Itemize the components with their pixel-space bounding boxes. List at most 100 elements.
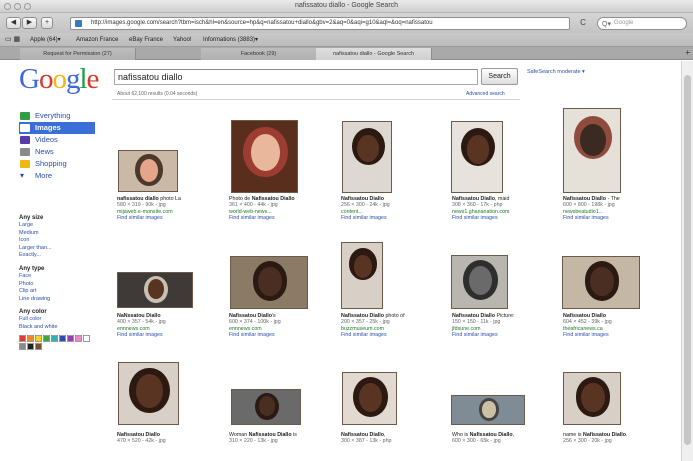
nav-item-images[interactable]: Images [19, 122, 95, 134]
result-thumbnail[interactable] [563, 372, 621, 425]
color-swatch[interactable] [59, 334, 66, 342]
search-button[interactable]: Search [481, 68, 518, 85]
result-thumbnail[interactable] [562, 256, 640, 309]
bookmark-item[interactable]: Amazon France [76, 33, 118, 47]
color-filter-heading[interactable]: Any color [19, 308, 109, 316]
size-option[interactable]: Icon [19, 237, 109, 245]
color-swatch[interactable] [27, 334, 34, 342]
nav-item-label: Everything [35, 111, 71, 120]
results-count: About 62,100 results (0.04 seconds) [117, 91, 198, 97]
find-similar-link[interactable]: Find similar images [452, 332, 514, 338]
more-icon: ▾ [20, 171, 25, 180]
color-option[interactable]: Black and white [19, 324, 109, 332]
nav-item-videos[interactable]: Videos [19, 134, 109, 146]
color-swatch[interactable] [19, 334, 26, 342]
find-similar-link[interactable]: Find similar images [341, 332, 405, 338]
result-thumbnail[interactable] [117, 272, 193, 308]
nav-item-label: Shopping [35, 159, 67, 168]
find-similar-link[interactable]: Find similar images [563, 332, 612, 338]
color-swatch[interactable] [67, 334, 74, 342]
result-thumbnail[interactable] [563, 108, 621, 193]
result-dimensions: 600 × 374 - 100k - jpg [229, 319, 281, 326]
color-swatch[interactable] [75, 334, 82, 342]
back-button[interactable]: ◀ [6, 17, 21, 29]
color-swatch[interactable] [35, 334, 42, 342]
bookmark-item[interactable]: Yahoo! [173, 33, 192, 47]
type-option[interactable]: Line drawing [19, 296, 109, 304]
thumbnail-face [466, 134, 490, 164]
reload-button[interactable]: C [576, 17, 590, 29]
title-suffix: 's [271, 313, 276, 319]
thumbnail-face [148, 279, 164, 300]
type-option[interactable]: Face [19, 273, 109, 281]
nav-item-news[interactable]: News [19, 146, 109, 158]
result-thumbnail[interactable] [231, 120, 298, 193]
new-tab-button[interactable]: + [685, 48, 690, 57]
tab-google-search[interactable]: nafissatou diallo - Google Search [316, 48, 432, 60]
find-similar-link[interactable]: Find similar images [117, 215, 181, 221]
title-prefix: Who is [452, 432, 470, 438]
scrollbar-thumb[interactable] [684, 75, 691, 445]
color-swatch[interactable] [83, 334, 90, 342]
reading-list-icon[interactable]: ▭ ▦ [5, 33, 20, 47]
result-dimensions: 256 × 300 - 24k - jpg [341, 202, 390, 209]
logo-letter: G [19, 63, 40, 95]
result-thumbnail[interactable] [341, 242, 383, 309]
type-filter-heading[interactable]: Any type [19, 265, 109, 273]
color-swatch[interactable] [43, 334, 50, 342]
news-icon [20, 148, 30, 156]
nav-item-label: More [35, 171, 53, 180]
size-option[interactable]: Exactly... [19, 252, 109, 260]
bookmark-item[interactable]: Apple (64)▾ [30, 33, 61, 47]
color-swatch[interactable] [35, 342, 42, 350]
thumbnail-face [482, 401, 496, 418]
address-bar[interactable]: http://images.google.com/search?tbm=isch… [70, 17, 570, 30]
forward-button[interactable]: ▶ [22, 17, 37, 29]
advanced-search-link[interactable]: Advanced search [466, 91, 505, 97]
result-thumbnail[interactable] [342, 121, 392, 193]
bookmark-item[interactable]: Informations (3883)▾ [203, 33, 258, 47]
size-option[interactable]: Large [19, 222, 109, 230]
color-option[interactable]: Full color [19, 316, 109, 324]
find-similar-link[interactable]: Find similar images [117, 332, 166, 338]
color-swatch[interactable] [51, 334, 58, 342]
size-option[interactable]: Larger than... [19, 245, 109, 253]
result-thumbnail[interactable] [231, 389, 301, 425]
google-logo[interactable]: Google [19, 63, 99, 95]
result-dimensions: 600 × 300 - 65k - jpg [452, 438, 501, 445]
add-bookmark-button[interactable]: + [41, 17, 53, 29]
browser-search-field[interactable]: Q▾ Google [597, 17, 687, 30]
tab-request-permission[interactable]: Request for Permission (27) [20, 48, 136, 60]
result-thumbnail[interactable] [451, 121, 503, 193]
result-thumbnail[interactable] [118, 150, 178, 192]
find-similar-link[interactable]: Find similar images [452, 215, 509, 221]
nav-item-everything[interactable]: Everything [19, 110, 109, 122]
result-thumbnail[interactable] [451, 255, 508, 309]
result-thumbnail[interactable] [230, 256, 308, 309]
find-similar-link[interactable]: Find similar images [229, 332, 281, 338]
type-option[interactable]: Photo [19, 281, 109, 289]
search-input[interactable]: nafissatou diallo [114, 69, 478, 85]
tab-facebook[interactable]: Facebook (29) [201, 48, 317, 60]
find-similar-link[interactable]: Find similar images [341, 215, 390, 221]
find-similar-link[interactable]: Find similar images [563, 215, 620, 221]
result-caption: name is Nafissatou Diallo. 256 × 300 - 20… [563, 432, 628, 445]
type-option[interactable]: Clip art [19, 288, 109, 296]
result-dimensions: 470 × 520 - 42k - jpg [117, 438, 166, 445]
safesearch-dropdown[interactable]: SafeSearch moderate ▾ [527, 69, 585, 75]
color-swatch[interactable] [19, 342, 26, 350]
nav-item-more[interactable]: ▾ More [19, 170, 109, 182]
nav-item-shopping[interactable]: Shopping [19, 158, 109, 170]
bookmark-item[interactable]: eBay France [129, 33, 163, 47]
page-scrollbar[interactable] [681, 61, 693, 461]
find-similar-link[interactable]: Find similar images [229, 215, 295, 221]
browser-window: nafissatou diallo - Google Search ◀ ▶ + … [0, 0, 693, 461]
result-thumbnail[interactable] [118, 362, 179, 425]
title-highlight: Nafissatou Diallo [563, 196, 606, 202]
result-thumbnail[interactable] [451, 395, 525, 425]
size-option[interactable]: Medium [19, 230, 109, 238]
color-swatches [19, 334, 93, 350]
result-thumbnail[interactable] [342, 372, 397, 425]
size-filter-heading[interactable]: Any size [19, 214, 109, 222]
color-swatch[interactable] [27, 342, 34, 350]
